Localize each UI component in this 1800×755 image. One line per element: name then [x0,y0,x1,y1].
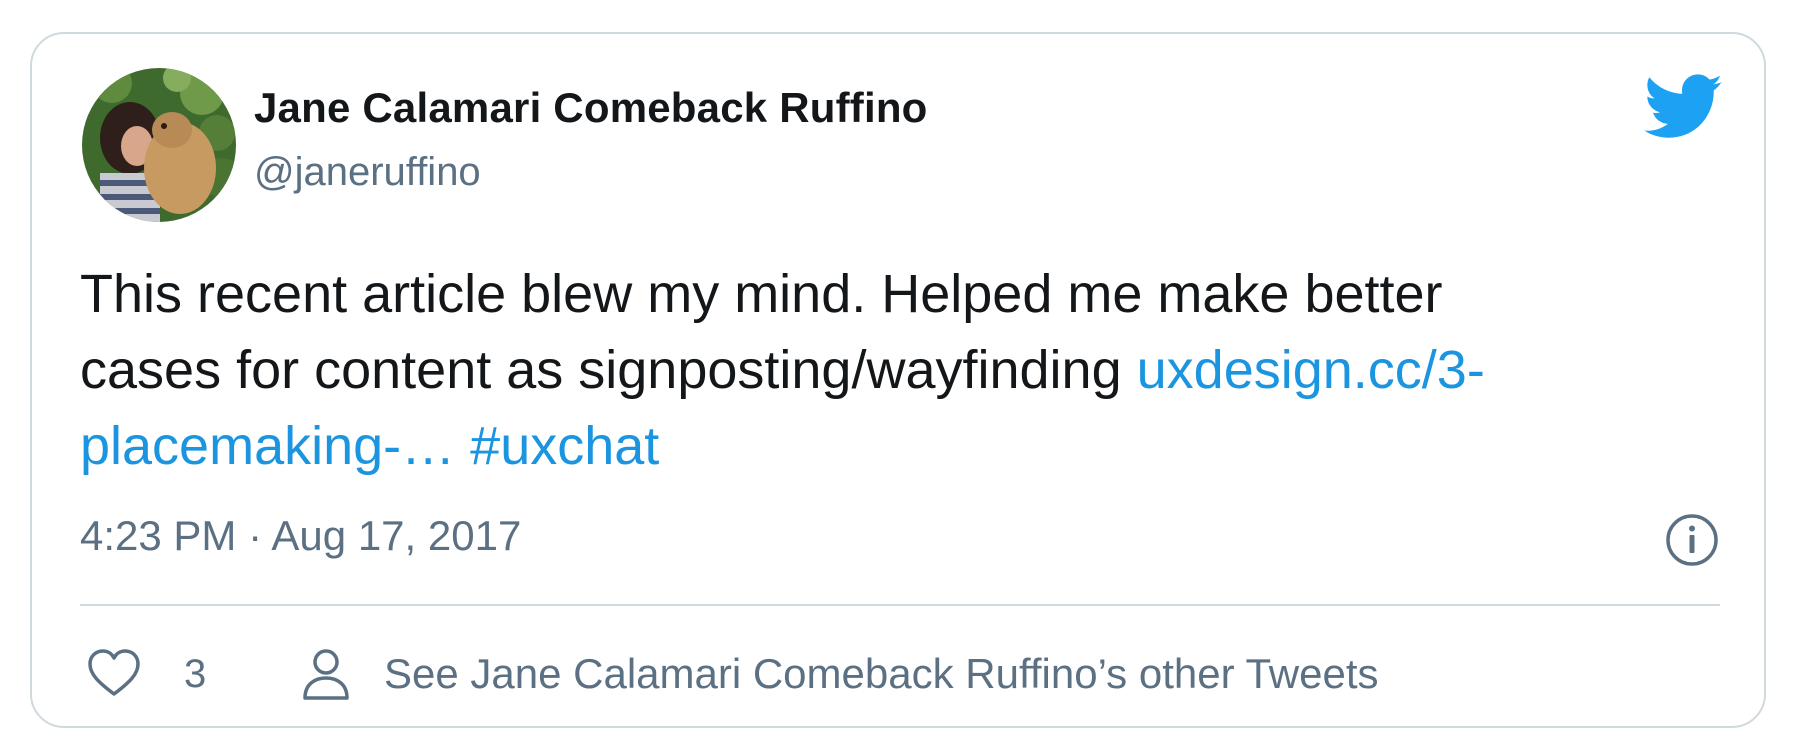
heart-icon [88,649,140,696]
tweet-text-line1: This recent article blew my mind. Helped… [80,264,1443,324]
person-icon [303,649,349,700]
other-tweets-label: See Jane Calamari Comeback Ruffino’s oth… [384,650,1379,697]
hashtag-link[interactable]: #uxchat [470,416,659,476]
info-icon[interactable] [1662,510,1722,570]
author-handle[interactable]: @janeruffino [254,150,481,195]
see-other-tweets-link[interactable]: See Jane Calamari Comeback Ruffino’s oth… [298,634,1379,714]
tweet-text-line2: cases for content as signposting/wayfind… [80,340,1137,400]
avatar-image [82,68,236,222]
tweet-card: Jane Calamari Comeback Ruffino @janeruff… [30,32,1766,728]
twitter-bird-icon[interactable] [1644,74,1724,140]
divider [80,604,1720,606]
author-name[interactable]: Jane Calamari Comeback Ruffino [254,84,928,132]
like-count: 3 [184,651,207,696]
like-button[interactable]: 3 [84,634,206,714]
avatar[interactable] [82,68,236,222]
tweet-timestamp[interactable]: 4:23 PM · Aug 17, 2017 [80,512,521,560]
tweet-text: This recent article blew my mind. Helped… [80,256,1720,484]
